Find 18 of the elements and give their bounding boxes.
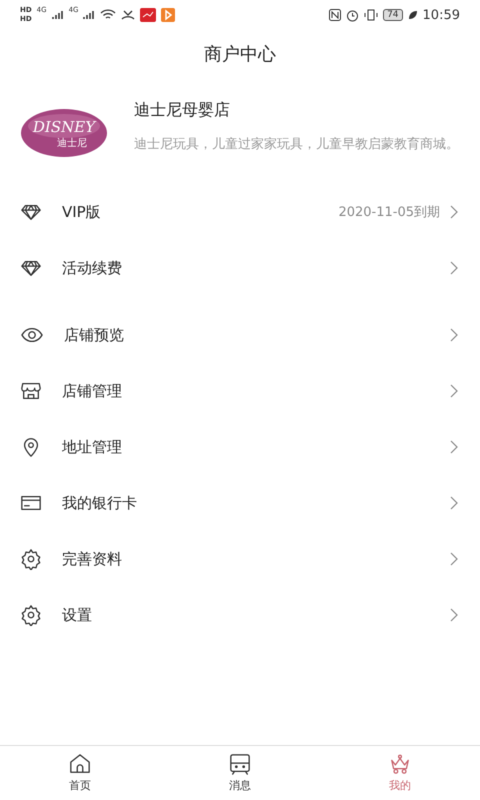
- menu-item[interactable]: 活动续费: [62, 258, 450, 278]
- menu-item[interactable]: 店铺管理: [62, 382, 450, 400]
- nav-tab[interactable]: 首页: [40, 746, 120, 800]
- menu-item[interactable]: 我的银行卡: [62, 494, 450, 512]
- store-name: 迪士尼母婴店: [134, 100, 231, 121]
- nav-tab[interactable]: 消息: [200, 746, 280, 800]
- menu-item[interactable]: VIP版: [62, 202, 338, 222]
- clock-time: 10:59: [422, 8, 460, 22]
- menu-item[interactable]: 地址管理: [62, 438, 450, 456]
- page-title: 商户中心: [203, 43, 277, 67]
- store-description: 迪士尼玩具，儿童过家家玩具，儿童早教启蒙教育商城。: [134, 136, 459, 154]
- nav-tab[interactable]: 我的: [360, 746, 440, 800]
- battery-level: 74: [383, 9, 403, 21]
- menu-item[interactable]: 完善资料: [62, 550, 450, 568]
- menu-item[interactable]: 设置: [62, 606, 450, 624]
- menu-item[interactable]: 店铺预览: [64, 326, 450, 344]
- store-logo: DISNEY 迪士尼: [20, 108, 108, 158]
- expiry-date: 2020-11-05到期: [338, 204, 440, 221]
